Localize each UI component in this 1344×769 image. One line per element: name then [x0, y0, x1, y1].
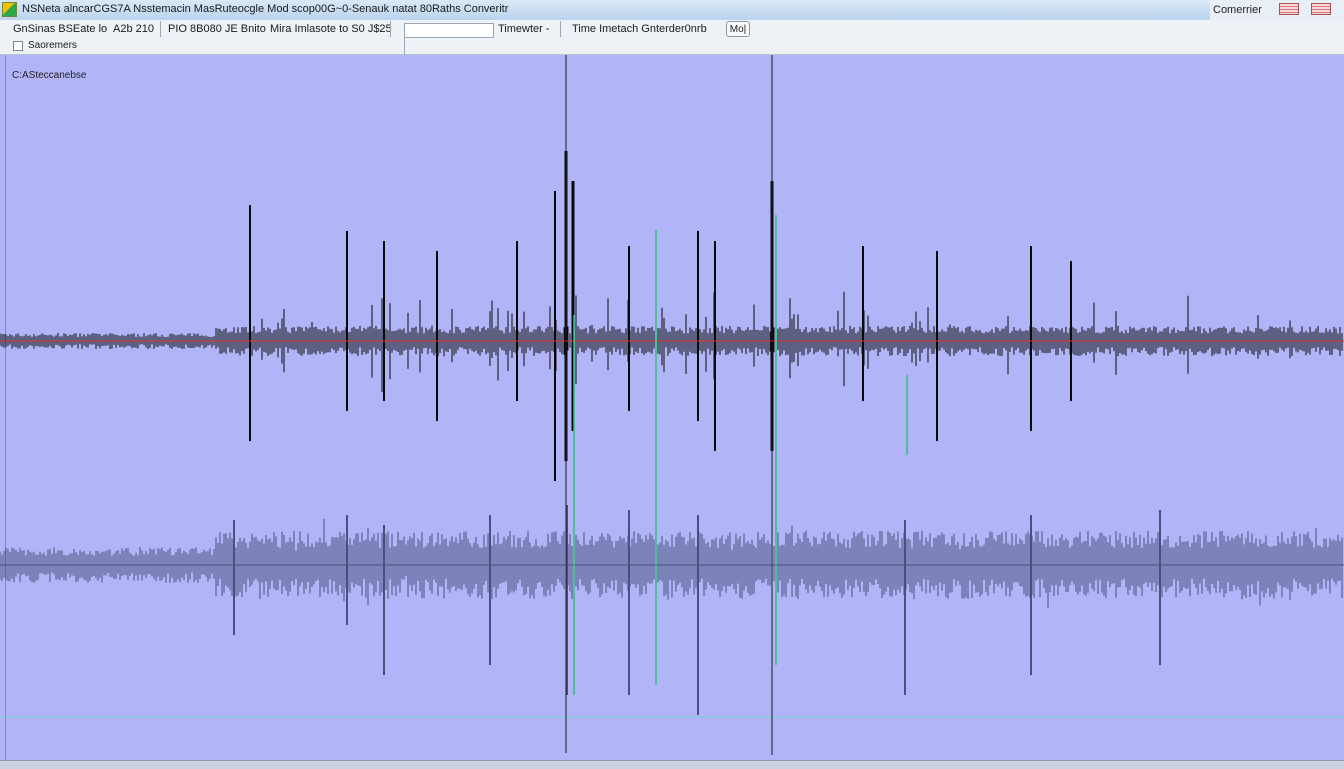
top-seismic-trace [0, 151, 1343, 481]
toolbar-divider [390, 21, 391, 37]
minimize-button[interactable] [1279, 3, 1299, 15]
app-icon [2, 2, 17, 17]
mode-button[interactable]: Mo| [726, 21, 750, 37]
toolbar-divider [560, 21, 561, 37]
time-match-field[interactable]: Time Imetach Gnterder0nrb [572, 23, 707, 35]
waveform-canvas[interactable] [0, 55, 1344, 760]
toolbar-divider [160, 21, 161, 37]
window-title: NSNeta alncarCGS7A Nsstemacin MasRuteocg… [22, 3, 509, 15]
toolbar-item-scale[interactable]: GnSinas BSEate lo [13, 23, 107, 35]
sensors-checkbox[interactable] [13, 41, 23, 51]
toolbar-item-rate[interactable]: A2b 210 [113, 23, 154, 35]
time-dropdown[interactable]: Timewter - [498, 23, 550, 35]
toolbar-item-mira[interactable]: Mira Imlasote to S0 J$25 [270, 23, 392, 35]
bottom-seismic-trace [0, 505, 1343, 715]
toolbar-item-pio[interactable]: PIO 8B080 JE Bnito [168, 23, 266, 35]
sensors-checkbox-label: Saoremers [28, 40, 77, 51]
close-button[interactable] [1311, 3, 1331, 15]
toolbar-input[interactable] [404, 23, 494, 38]
title-right-label[interactable]: Comerrier [1213, 4, 1262, 16]
